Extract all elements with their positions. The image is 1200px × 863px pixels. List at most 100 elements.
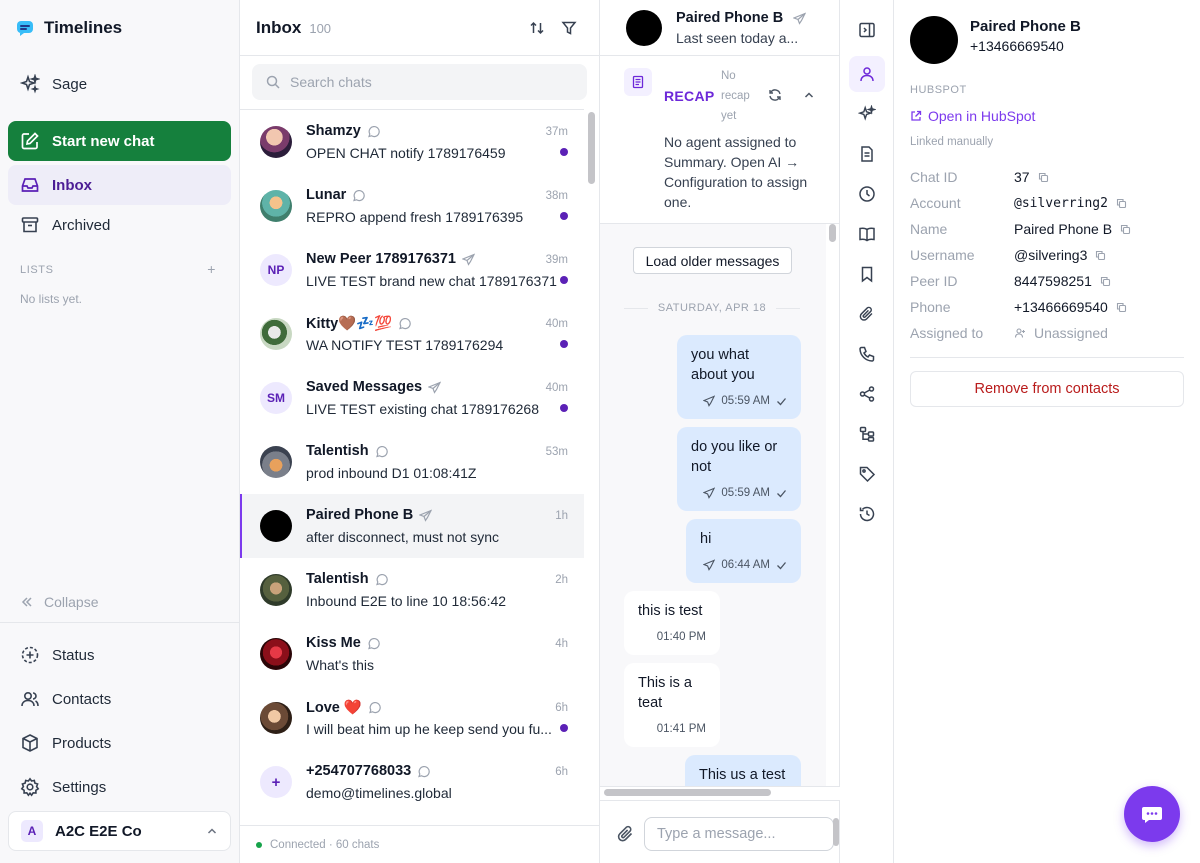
- brand[interactable]: Timelines: [16, 16, 122, 40]
- message-bubble-outgoing[interactable]: hi 06:44 AM: [686, 519, 801, 583]
- chat-row[interactable]: SM Saved Messages LIVE TEST existing cha…: [240, 366, 584, 430]
- sidebar-item-settings[interactable]: Settings: [8, 767, 231, 807]
- recap-status: No recap yet: [721, 70, 750, 122]
- tags-tab-button[interactable]: [849, 456, 885, 492]
- message-bubble-incoming[interactable]: this is test 01:40 PM: [624, 591, 720, 655]
- composer-scrollbar[interactable]: [833, 818, 839, 846]
- chevron-up-icon: [802, 88, 816, 102]
- chat-row[interactable]: Talentish prod inbound D1 01:08:41Z 53m: [240, 430, 584, 494]
- unread-dot: [560, 148, 568, 156]
- conversation-name: Paired Phone B: [676, 10, 784, 26]
- copy-icon[interactable]: [1116, 302, 1127, 313]
- paperclip-icon: [616, 824, 636, 844]
- avatar: +: [260, 766, 292, 798]
- chat-list-scrollbar[interactable]: [588, 112, 595, 184]
- chat-row[interactable]: Love ❤️ I will beat him up he keep send …: [240, 686, 584, 750]
- message-meta: 01:40 PM: [657, 627, 706, 647]
- workflows-tab-button[interactable]: [849, 416, 885, 452]
- bookmark-icon: [858, 265, 876, 283]
- message-bubble-outgoing[interactable]: do you like or not 05:59 AM: [677, 427, 801, 511]
- message-text: you what about you: [691, 347, 755, 383]
- message-text: do you like or not: [691, 439, 778, 475]
- share-tab-button[interactable]: [849, 376, 885, 412]
- chat-name: +254707768033: [306, 763, 412, 779]
- assignee-picker[interactable]: Unassigned: [1014, 325, 1108, 341]
- collapse-recap-button[interactable]: [802, 88, 816, 102]
- add-user-icon: [1014, 327, 1026, 339]
- chat-time: 40m: [545, 318, 568, 330]
- sidebar-item-archived[interactable]: Archived: [8, 205, 231, 245]
- filter-button[interactable]: [557, 16, 581, 40]
- calls-tab-button[interactable]: [849, 336, 885, 372]
- message-thread-scrollbar[interactable]: [829, 224, 836, 242]
- unread-dot: [560, 276, 568, 284]
- chat-row[interactable]: Kiss Me What's this 4h: [240, 622, 584, 686]
- contact-tab-button[interactable]: [849, 56, 885, 92]
- inbox-icon: [20, 175, 40, 195]
- workspace-switcher[interactable]: A A2C E2E Co: [8, 811, 231, 851]
- copy-icon[interactable]: [1100, 276, 1111, 287]
- chat-time: 53m: [545, 446, 568, 458]
- copy-icon[interactable]: [1116, 198, 1127, 209]
- chat-row[interactable]: Kitty🤎💤💯 WA NOTIFY TEST 1789176294 40m: [240, 302, 584, 366]
- field-value: @silvering3: [1014, 247, 1106, 263]
- avatar: [260, 702, 292, 734]
- sidebar-item-inbox[interactable]: Inbox: [8, 165, 231, 205]
- sidebar-item-status[interactable]: Status: [8, 635, 231, 675]
- notes-tab-button[interactable]: [849, 136, 885, 172]
- reminders-tab-button[interactable]: [849, 176, 885, 212]
- start-new-chat-button[interactable]: Start new chat: [8, 121, 231, 161]
- message-bubble-incoming[interactable]: This is a teat 01:41 PM: [624, 663, 720, 747]
- sidebar-item-products[interactable]: Products: [8, 723, 231, 763]
- field-username: Username @silvering3: [910, 242, 1184, 268]
- copy-icon[interactable]: [1038, 172, 1049, 183]
- inbox-count: 100: [309, 21, 332, 36]
- sidebar-item-sage[interactable]: Sage: [8, 64, 231, 104]
- chat-name-line: Lunar: [306, 187, 366, 203]
- history-tab-button[interactable]: [849, 496, 885, 532]
- chat-row[interactable]: NP New Peer 1789176371 LIVE TEST brand n…: [240, 238, 584, 302]
- add-list-button[interactable]: +: [207, 261, 216, 277]
- message-bubble-outgoing[interactable]: This us a test: [685, 755, 801, 786]
- refresh-recap-button[interactable]: [768, 88, 782, 102]
- attach-button[interactable]: [616, 824, 636, 844]
- message-input[interactable]: [644, 817, 834, 851]
- sort-button[interactable]: [525, 16, 549, 40]
- copy-icon[interactable]: [1120, 224, 1131, 235]
- load-older-button[interactable]: Load older messages: [633, 247, 792, 274]
- chat-time: 4h: [555, 638, 568, 650]
- attachments-tab-button[interactable]: [849, 296, 885, 332]
- chat-row[interactable]: Lunar REPRO append fresh 1789176395 38m: [240, 174, 584, 238]
- chat-row[interactable]: + +254707768033 demo@timelines.global 6h: [240, 750, 584, 814]
- chat-name: Shamzy: [306, 123, 361, 139]
- copy-icon[interactable]: [1095, 250, 1106, 261]
- message-time: 05:59 AM: [721, 395, 770, 407]
- chevron-up-icon: [206, 825, 218, 837]
- whatsapp-icon: [398, 317, 412, 330]
- support-chat-button[interactable]: [1124, 786, 1180, 842]
- chat-row[interactable]: Shamzy OPEN CHAT notify 1789176459 37m: [240, 110, 584, 174]
- horizontal-scrollbar[interactable]: [604, 789, 771, 796]
- collapse-button[interactable]: Collapse: [20, 594, 98, 610]
- conversation-header[interactable]: Paired Phone B Last seen today a...: [600, 0, 839, 56]
- whatsapp-icon: [368, 701, 381, 714]
- telegram-icon: [793, 11, 807, 25]
- ai-tab-button[interactable]: [849, 96, 885, 132]
- message-bubble-outgoing[interactable]: you what about you 05:59 AM: [677, 335, 801, 419]
- sidebar-item-contacts[interactable]: Contacts: [8, 679, 231, 719]
- details-icon-rail: [841, 0, 894, 863]
- avatar: [910, 16, 958, 64]
- toggle-panel-button[interactable]: [849, 12, 885, 48]
- knowledge-tab-button[interactable]: [849, 216, 885, 252]
- contact-icon: [858, 65, 876, 83]
- open-in-hubspot-link[interactable]: Open in HubSpot: [910, 108, 1035, 124]
- panel-toggle-icon: [858, 21, 876, 39]
- chat-row[interactable]: Talentish Inbound E2E to line 10 18:56:4…: [240, 558, 584, 622]
- field-label: Account: [910, 195, 961, 211]
- contact-phone: +13466669540: [970, 38, 1064, 54]
- bookmarks-tab-button[interactable]: [849, 256, 885, 292]
- search-input[interactable]: [290, 74, 570, 90]
- chat-row-selected[interactable]: Paired Phone B after disconnect, must no…: [240, 494, 584, 558]
- remove-from-contacts-button[interactable]: Remove from contacts: [910, 371, 1184, 407]
- paperclip-icon: [858, 305, 876, 323]
